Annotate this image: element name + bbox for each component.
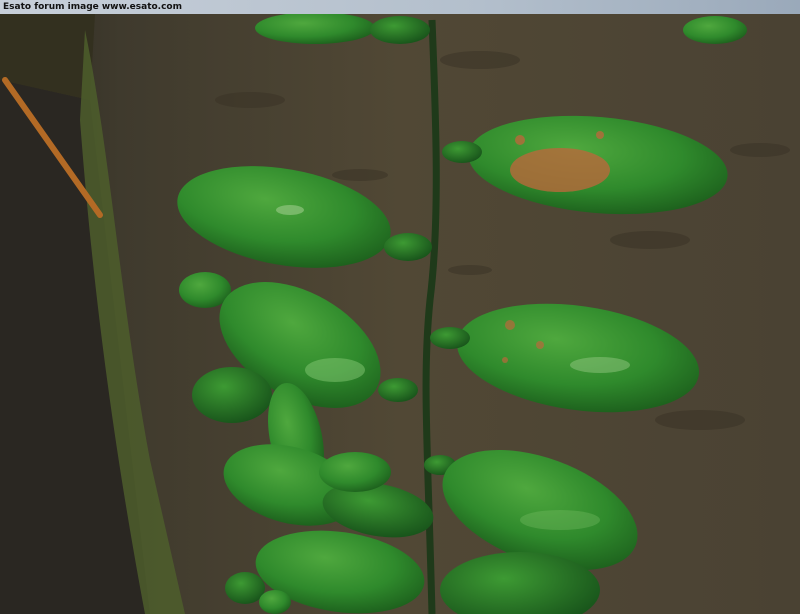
leaf [255, 12, 375, 44]
leaf [192, 367, 272, 423]
leaf [319, 452, 391, 492]
leaf [378, 378, 418, 402]
leaf [683, 16, 747, 44]
leaf [384, 233, 432, 261]
leaf [225, 572, 265, 604]
photo-frame: Esato forum image www.esato.com [0, 0, 800, 614]
leaf [442, 141, 482, 163]
leaf [430, 327, 470, 349]
watermark-text: Esato forum image www.esato.com [3, 2, 182, 12]
leaf [370, 16, 430, 44]
leaf [259, 590, 291, 614]
watermark-banner: Esato forum image www.esato.com [0, 0, 800, 14]
plant-photo [0, 0, 800, 614]
